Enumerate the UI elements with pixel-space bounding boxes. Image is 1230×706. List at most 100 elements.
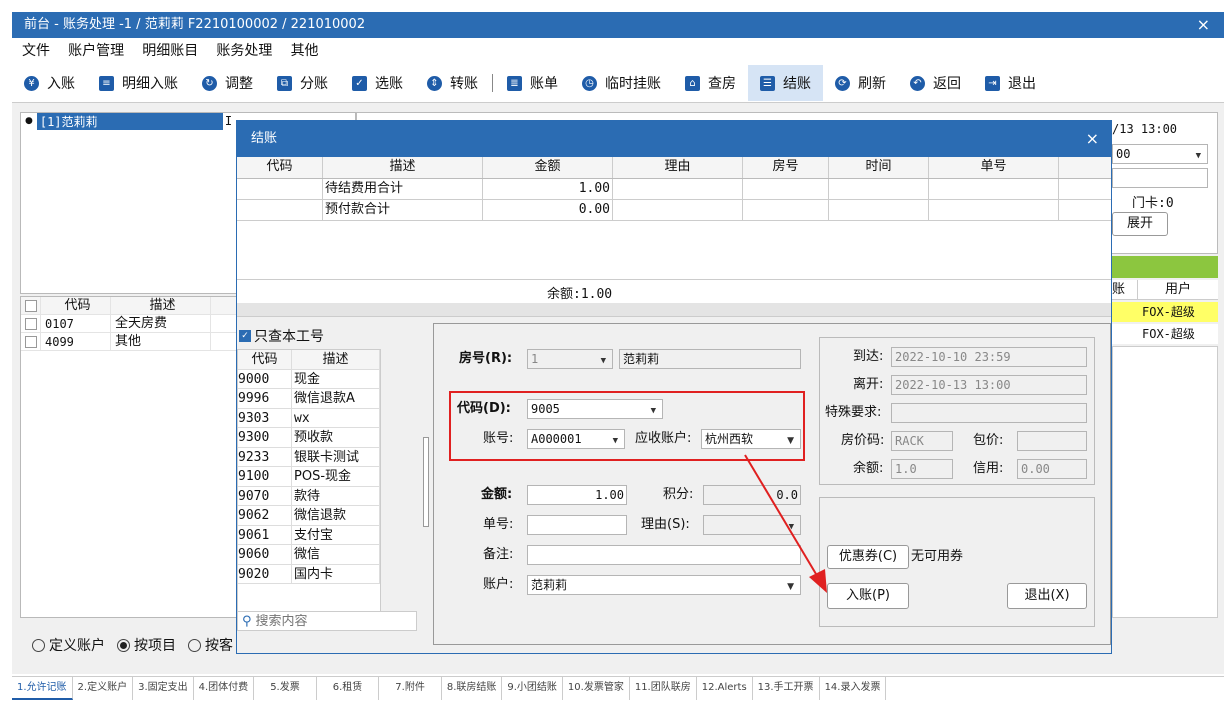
row-amount: 0.00 bbox=[483, 200, 613, 220]
right-grid-header: 账 用户 bbox=[1112, 280, 1218, 300]
expand-button[interactable]: 展开 bbox=[1112, 212, 1168, 236]
window-title-bar: 前台 - 账务处理 -1 / 范莉莉 F2210100002 / 2210100… bbox=[12, 12, 1224, 38]
radio-define-account[interactable] bbox=[32, 638, 45, 652]
col-room: 房号 bbox=[743, 157, 829, 178]
checkbox-checked-icon[interactable]: ✓ bbox=[239, 330, 251, 342]
tab-attachment[interactable]: 7.附件 bbox=[379, 677, 442, 700]
detail-post-button[interactable]: ≡ 明细入账 bbox=[87, 65, 190, 101]
tab-allow-post[interactable]: 1.允许记账 bbox=[12, 677, 73, 700]
exit-button[interactable]: ⇥ 退出 bbox=[973, 65, 1048, 101]
row-checkbox[interactable] bbox=[25, 317, 37, 330]
radio-label: 按项目 bbox=[134, 638, 176, 654]
dialog-exit-button[interactable]: 退出(X) bbox=[1007, 583, 1087, 609]
tab-small-group[interactable]: 9.小团结账 bbox=[502, 677, 563, 700]
post-button[interactable]: ¥ 入账 bbox=[12, 65, 87, 101]
coupon-button[interactable]: 优惠券(C) bbox=[827, 545, 909, 569]
temp-hold-button[interactable]: ◷ 临时挂账 bbox=[570, 65, 673, 101]
tab-fixed-expense[interactable]: 3.固定支出 bbox=[133, 677, 194, 700]
red-arrow-annotation bbox=[744, 454, 827, 593]
right-field[interactable] bbox=[1112, 168, 1208, 188]
row-checkbox[interactable] bbox=[25, 335, 37, 348]
only-mine-option[interactable]: ✓ 只查本工号 bbox=[239, 327, 324, 345]
list-icon: ≡ bbox=[99, 75, 114, 91]
tab-invoice-mgr[interactable]: 10.发票管家 bbox=[563, 677, 630, 700]
leave-field: 2022-10-13 13:00 bbox=[891, 375, 1087, 395]
adjust-button[interactable]: ↻ 调整 bbox=[190, 65, 265, 101]
row-desc: 预付款合计 bbox=[323, 200, 483, 220]
tab-team-link[interactable]: 11.团队联房 bbox=[630, 677, 697, 700]
radio-by-guest[interactable] bbox=[188, 638, 201, 652]
checkout-button[interactable]: ☰ 结账 bbox=[748, 65, 823, 101]
radio-by-item[interactable] bbox=[117, 638, 130, 652]
dialog-title: 结账 bbox=[251, 131, 278, 146]
list-item[interactable]: 9300 预收款 bbox=[238, 428, 380, 448]
menu-detail[interactable]: 明细账目 bbox=[142, 43, 198, 59]
account-select[interactable]: A000001 bbox=[527, 429, 625, 450]
table-row[interactable]: 预付款合计 0.00 bbox=[237, 200, 1111, 221]
row-code: 0107 bbox=[41, 315, 111, 332]
door-card-count: 门卡:0 bbox=[1132, 196, 1174, 211]
radio-label: 按客 bbox=[205, 638, 233, 654]
charge-grid-header: 代码 描述 金额 理由 房号 时间 单号 bbox=[237, 157, 1111, 179]
menu-account-mgmt[interactable]: 账户管理 bbox=[68, 43, 124, 59]
info-balance-label: 余额: bbox=[853, 461, 884, 476]
list-scroll-handle[interactable] bbox=[423, 437, 429, 527]
tab-group-pay[interactable]: 4.团体付费 bbox=[194, 677, 255, 700]
list-item[interactable]: 9062 微信退款 bbox=[238, 506, 380, 526]
list-item[interactable]: 9996 微信退款A bbox=[238, 389, 380, 409]
tab-define-account[interactable]: 2.定义账户 bbox=[73, 677, 134, 700]
tab-enter-invoice[interactable]: 14.录入发票 bbox=[820, 677, 887, 700]
select-all-checkbox[interactable] bbox=[25, 299, 37, 312]
select-button[interactable]: ✓ 选账 bbox=[340, 65, 415, 101]
code-search[interactable]: ⚲ bbox=[237, 611, 417, 631]
bottom-tab-bar: 1.允许记账 2.定义账户 3.固定支出 4.团体付费 5.发票 6.租赁 7.… bbox=[12, 676, 1224, 700]
tab-linked-checkout[interactable]: 8.联房结账 bbox=[442, 677, 503, 700]
balance-total: 余额:1.00 bbox=[547, 287, 613, 302]
arrive-label: 到达: bbox=[853, 349, 884, 364]
list-item[interactable]: 9020 国内卡 bbox=[238, 564, 380, 584]
code-select[interactable]: 9005 bbox=[527, 399, 663, 420]
list-item[interactable]: 9303 wx bbox=[238, 408, 380, 428]
ar-account-label: 应收账户: bbox=[635, 431, 692, 446]
list-item[interactable]: 9070 款待 bbox=[238, 486, 380, 506]
table-row[interactable]: 待结费用合计 1.00 bbox=[237, 179, 1111, 200]
bill-button[interactable]: ≣ 账单 bbox=[495, 65, 570, 101]
tab-invoice[interactable]: 5.发票 bbox=[254, 677, 317, 700]
text-cursor-icon: I bbox=[224, 114, 233, 128]
ar-account-select[interactable]: 杭州西软 bbox=[701, 429, 801, 450]
arrive-field: 2022-10-10 23:59 bbox=[891, 347, 1087, 367]
window-close-icon[interactable]: × bbox=[1197, 12, 1210, 38]
list-item[interactable]: 9233 银联卡测试 bbox=[238, 447, 380, 467]
menu-billing[interactable]: 账务处理 bbox=[216, 43, 272, 59]
dialog-close-icon[interactable]: × bbox=[1086, 121, 1099, 157]
room-select[interactable]: 1 bbox=[527, 349, 613, 370]
list-item[interactable]: 9060 微信 bbox=[238, 545, 380, 565]
list-item[interactable]: 9000 现金 bbox=[238, 369, 380, 389]
menu-file[interactable]: 文件 bbox=[22, 43, 50, 59]
back-button[interactable]: ↶ 返回 bbox=[898, 65, 973, 101]
check-room-button[interactable]: ⌂ 查房 bbox=[673, 65, 748, 101]
code-search-input[interactable] bbox=[255, 613, 406, 629]
right-combo[interactable]: 00 bbox=[1112, 144, 1208, 165]
list-item[interactable]: 9100 POS-现金 bbox=[238, 467, 380, 487]
right-grid-body bbox=[1112, 346, 1218, 618]
yen-icon: ¥ bbox=[24, 75, 39, 91]
refresh-button[interactable]: ⟳ 刷新 bbox=[823, 65, 898, 101]
amount-input[interactable]: 1.00 bbox=[527, 485, 627, 505]
tab-manual-invoice[interactable]: 13.手工开票 bbox=[753, 677, 820, 700]
transfer-button[interactable]: ⇕ 转账 bbox=[415, 65, 490, 101]
bill-no-input[interactable] bbox=[527, 515, 627, 535]
tab-alerts[interactable]: 12.Alerts bbox=[697, 677, 753, 700]
post-confirm-button[interactable]: 入账(P) bbox=[827, 583, 909, 609]
radio-label: 定义账户 bbox=[49, 638, 105, 654]
menu-other[interactable]: 其他 bbox=[291, 43, 319, 59]
exit-icon: ⇥ bbox=[985, 75, 1000, 91]
green-status-bar bbox=[1112, 256, 1218, 278]
tab-lease[interactable]: 6.租赁 bbox=[317, 677, 380, 700]
split-button[interactable]: ⧉ 分账 bbox=[265, 65, 340, 101]
split-icon: ⧉ bbox=[277, 75, 292, 91]
list-item[interactable]: 9061 支付宝 bbox=[238, 525, 380, 545]
user-cell: FOX-超级 bbox=[1112, 324, 1218, 344]
back-icon: ↶ bbox=[910, 75, 925, 91]
splitter[interactable] bbox=[237, 303, 1111, 317]
